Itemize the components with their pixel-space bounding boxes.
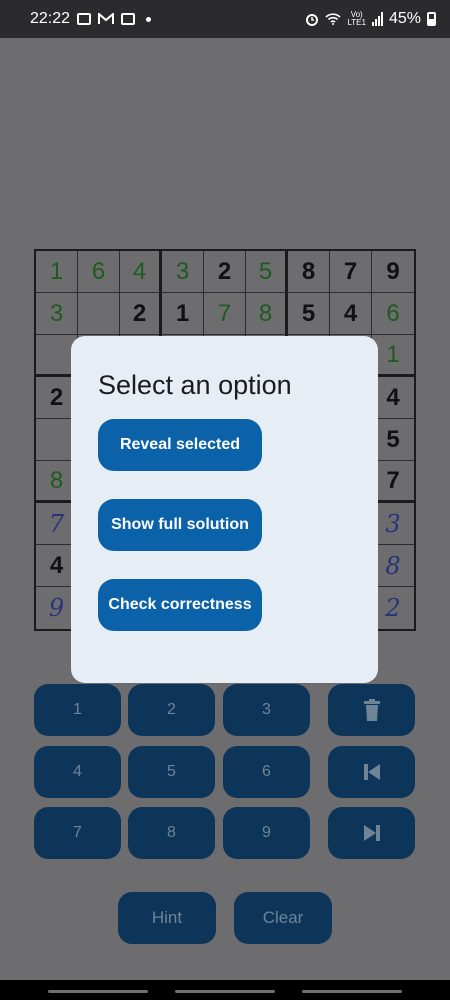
key-label: 7 [73, 824, 82, 841]
number-key-7[interactable]: 7 [34, 807, 121, 859]
key-label: 1 [73, 701, 82, 718]
number-key-4[interactable]: 4 [34, 746, 121, 798]
nav-recent-button[interactable] [48, 990, 148, 993]
number-key-6[interactable]: 6 [223, 746, 310, 798]
sudoku-cell[interactable]: 8 [246, 293, 288, 335]
wifi-icon [325, 13, 341, 25]
show-full-solution-button[interactable]: Show full solution [98, 499, 262, 551]
previous-button[interactable] [328, 746, 415, 798]
number-key-8[interactable]: 8 [128, 807, 215, 859]
clock: 22:22 [30, 10, 71, 27]
dialog-title: Select an option [98, 370, 292, 400]
number-key-9[interactable]: 9 [223, 807, 310, 859]
battery-icon [427, 12, 436, 26]
key-label: 5 [167, 763, 176, 780]
sudoku-cell[interactable]: 7 [330, 251, 372, 293]
hint-label: Hint [151, 908, 183, 927]
sudoku-cell[interactable]: 2 [204, 251, 246, 293]
trash-icon [363, 699, 380, 721]
reveal-label: Reveal selected [119, 436, 241, 453]
key-label: 2 [167, 701, 176, 718]
number-key-1[interactable]: 1 [34, 684, 121, 736]
key-label: 6 [262, 763, 271, 780]
key-label: 8 [167, 824, 176, 841]
next-button[interactable] [328, 807, 415, 859]
sudoku-cell[interactable]: 3 [372, 503, 414, 545]
delete-button[interactable] [328, 684, 415, 736]
sudoku-cell[interactable]: 1 [162, 293, 204, 335]
mail-icon [121, 13, 136, 25]
previous-icon [363, 764, 380, 780]
sudoku-cell[interactable]: 8 [288, 251, 330, 293]
next-icon [363, 825, 380, 841]
nav-home-button[interactable] [175, 990, 275, 993]
sudoku-cell[interactable]: 3 [162, 251, 204, 293]
key-label: 9 [262, 824, 271, 841]
sudoku-cell[interactable]: 6 [372, 293, 414, 335]
check-label: Check correctness [108, 596, 252, 613]
battery-percent: 45% [388, 10, 421, 27]
status-bar: 22:22 Vo) LTE1 45% [0, 0, 450, 38]
number-key-2[interactable]: 2 [128, 684, 215, 736]
sudoku-cell[interactable]: 4 [372, 377, 414, 419]
sudoku-cell[interactable]: 7 [204, 293, 246, 335]
sudoku-cell[interactable]: 6 [78, 251, 120, 293]
sudoku-cell[interactable]: 4 [330, 293, 372, 335]
sudoku-cell[interactable]: 3 [36, 293, 78, 335]
solution-label: Show full solution [111, 516, 249, 533]
hint-button[interactable]: Hint [118, 892, 216, 944]
sudoku-cell[interactable]: 7 [372, 461, 414, 503]
nav-back-button[interactable] [302, 990, 402, 993]
number-key-5[interactable]: 5 [128, 746, 215, 798]
system-nav-bar [0, 980, 450, 1000]
key-label: 4 [73, 763, 82, 780]
clear-button[interactable]: Clear [234, 892, 332, 944]
reveal-selected-button[interactable]: Reveal selected [98, 419, 262, 471]
signal-icon [371, 12, 383, 26]
alarm-icon [306, 14, 319, 26]
sudoku-cell[interactable]: 1 [372, 335, 414, 377]
sudoku-cell[interactable]: 1 [36, 251, 78, 293]
volte-icon: Vo) LTE1 [347, 10, 366, 27]
sudoku-cell[interactable]: 2 [372, 587, 414, 629]
sudoku-cell[interactable]: 5 [372, 419, 414, 461]
gmail-icon [98, 13, 115, 24]
sudoku-cell[interactable]: 5 [288, 293, 330, 335]
option-dialog: Select an option Reveal selected Show fu… [71, 336, 378, 683]
number-key-3[interactable]: 3 [223, 684, 310, 736]
sudoku-cell[interactable]: 4 [120, 251, 162, 293]
sudoku-cell[interactable]: 5 [246, 251, 288, 293]
sudoku-cell[interactable]: 2 [120, 293, 162, 335]
image-icon [77, 13, 92, 25]
clear-label: Clear [262, 908, 304, 927]
sudoku-cell[interactable]: 9 [372, 251, 414, 293]
check-correctness-button[interactable]: Check correctness [98, 579, 262, 631]
sudoku-cell[interactable]: 8 [372, 545, 414, 587]
key-label: 3 [262, 701, 271, 718]
sudoku-cell[interactable] [78, 293, 120, 335]
notification-dot [146, 16, 152, 22]
